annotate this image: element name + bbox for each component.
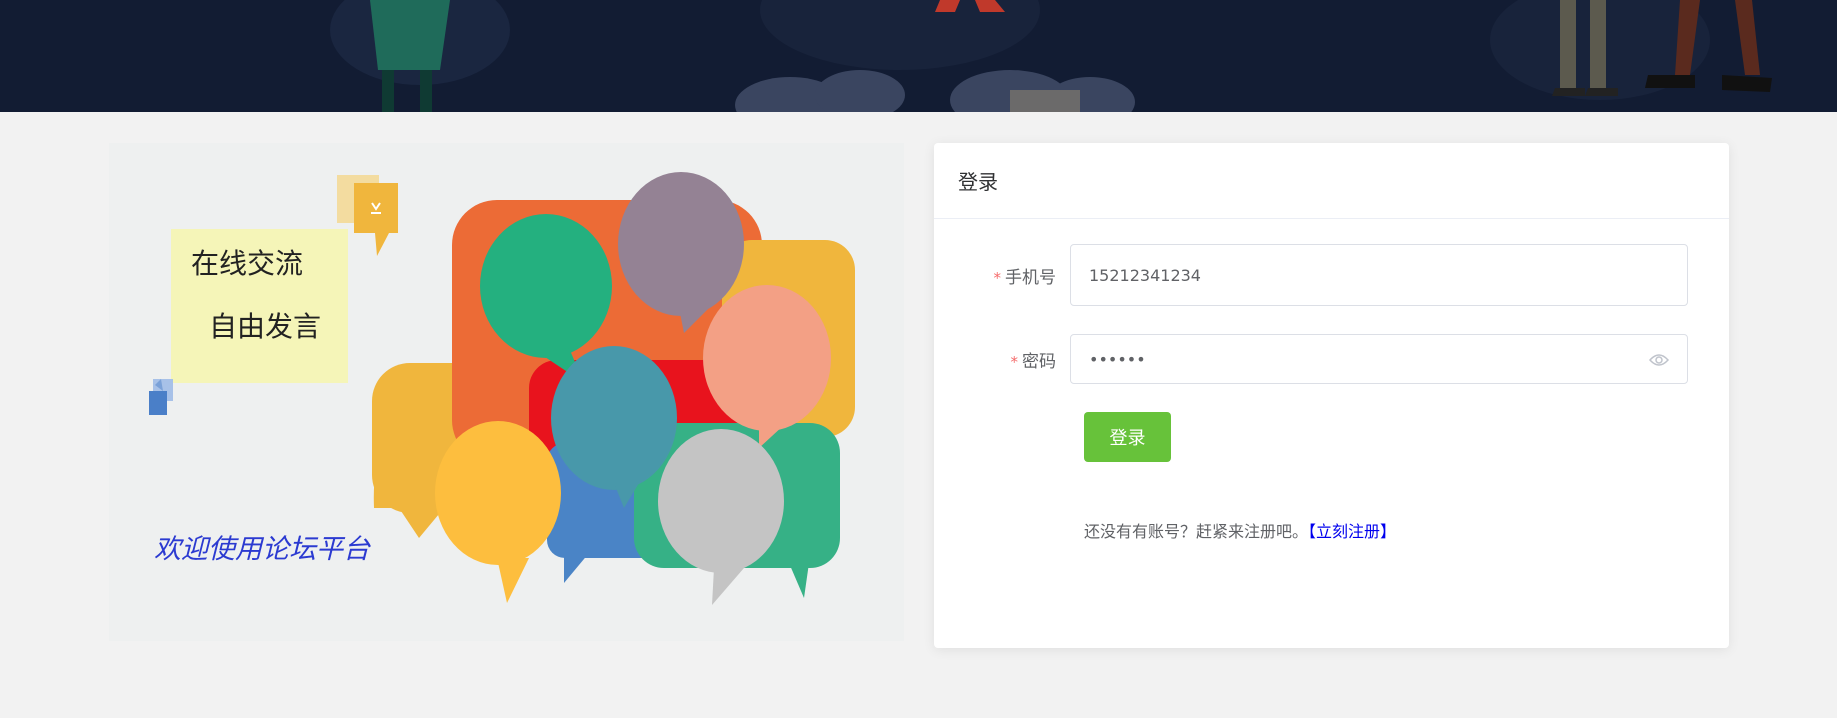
eye-icon[interactable] <box>1648 352 1670 366</box>
note-line-1: 在线交流 <box>191 247 303 280</box>
password-form-item: * 密码 •••••• <box>934 334 1729 384</box>
login-card-header: 登录 <box>934 143 1729 219</box>
login-card: 登录 * 手机号 15212341234 * 密码 •••••• 登录 还没有有账号… <box>934 143 1729 648</box>
banner-illustration <box>0 0 1837 112</box>
register-link[interactable]: 【立刻注册】 <box>1308 522 1396 541</box>
register-prompt: 还没有有账号？赶紧来注册吧。【立刻注册】 <box>1084 518 1396 542</box>
forum-illustration: 在线交流 自由发言 欢迎使用论坛平台 <box>109 143 904 641</box>
speech-bubbles-graphic: 在线交流 自由发言 欢迎使用论坛平台 <box>149 172 855 605</box>
password-label: * 密码 <box>934 347 1070 372</box>
password-input[interactable]: •••••• <box>1070 334 1688 384</box>
header-banner <box>0 0 1837 112</box>
required-mark: * <box>993 268 1002 287</box>
phone-label: * 手机号 <box>934 263 1070 288</box>
welcome-text: 欢迎使用论坛平台 <box>154 534 371 565</box>
phone-form-item: * 手机号 15212341234 <box>934 244 1729 306</box>
password-label-text: 密码 <box>1022 351 1056 372</box>
phone-label-text: 手机号 <box>1005 267 1056 288</box>
required-mark: * <box>1010 352 1019 371</box>
register-prompt-text: 还没有有账号？赶紧来注册吧。 <box>1084 522 1309 541</box>
note-line-2: 自由发言 <box>209 310 321 343</box>
login-title: 登录 <box>958 170 998 194</box>
password-input-value: •••••• <box>1089 349 1146 369</box>
phone-input[interactable]: 15212341234 <box>1070 244 1688 306</box>
phone-input-value: 15212341234 <box>1089 265 1201 285</box>
login-button[interactable]: 登录 <box>1084 412 1171 462</box>
